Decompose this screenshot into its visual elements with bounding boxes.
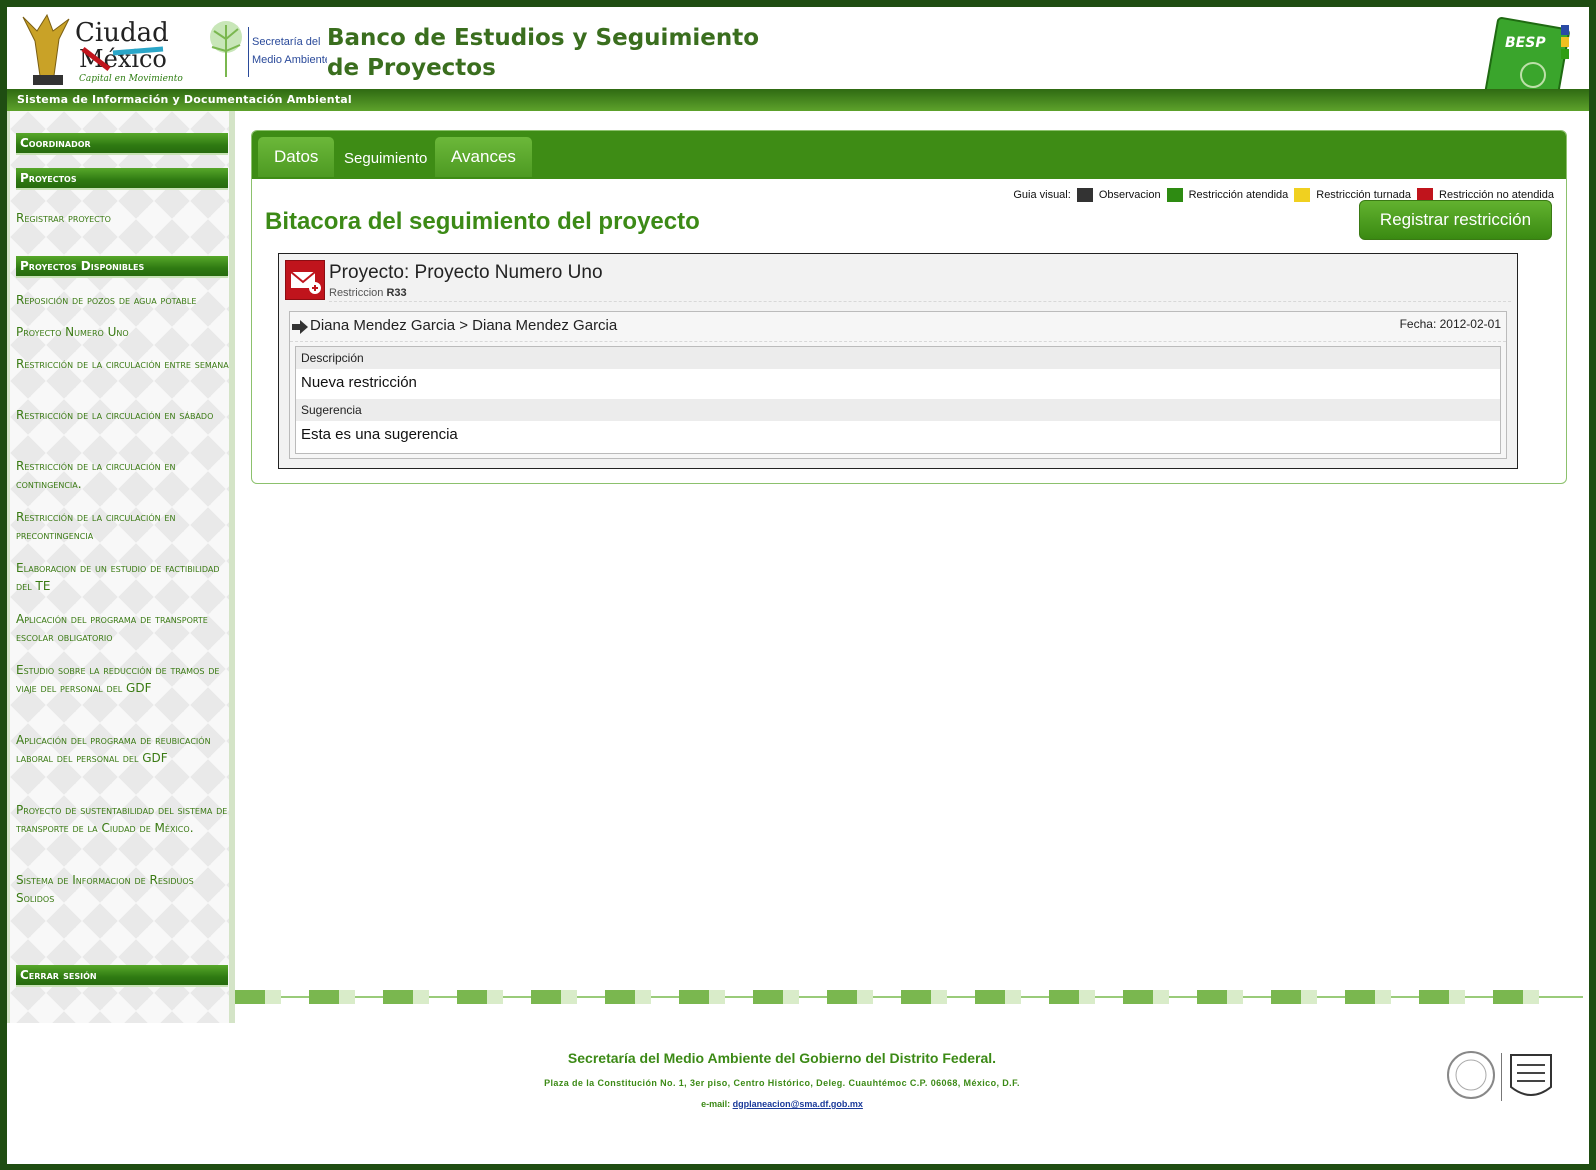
system-subtitle: Sistema de Información y Documentación A… (7, 89, 1589, 111)
email-label: e-mail: (701, 1099, 731, 1109)
footer-address: Plaza de la Constitución No. 1, 3er piso… (544, 1078, 1020, 1088)
arrow-right-icon (292, 320, 308, 334)
strip-segment (309, 990, 355, 1004)
strip-segment (975, 990, 1021, 1004)
strip-segment (531, 990, 577, 1004)
sidebar-heading-disponibles: Proyectos Disponibles (16, 256, 228, 278)
register-restriction-button[interactable]: Registrar restricción (1359, 200, 1552, 240)
tab-datos[interactable]: Datos (258, 137, 335, 177)
suggestion-value: Esta es una sugerencia (301, 426, 458, 443)
sidebar-project-item[interactable]: Aplicación del programa de transporte es… (16, 610, 230, 646)
strip-segment (1271, 990, 1317, 1004)
restriction-code: R33 (386, 287, 407, 299)
sidebar-project-item[interactable]: Elaboracion de un estudio de factibilida… (16, 559, 230, 595)
strip-segment (383, 990, 429, 1004)
logout-link[interactable]: Cerrar sesión (16, 965, 228, 987)
footer: Secretaría del Medio Ambiente del Gobier… (7, 1007, 1589, 1147)
besp-text: BESP (1505, 35, 1546, 51)
register-project-link[interactable]: Registrar proyecto (16, 209, 230, 227)
sidebar-project-item[interactable]: Aplicación del programa de reubicación l… (16, 731, 230, 767)
mail-add-icon (285, 260, 325, 300)
strip-segment (457, 990, 503, 1004)
card-subtitle: Restriccion R33 (329, 287, 407, 299)
tab-avances[interactable]: Avances (435, 137, 532, 177)
header: Ciudad México Capital en Movimiento Secr… (7, 7, 1589, 110)
legend-swatch-atendida (1166, 188, 1183, 202)
strip-segment (679, 990, 725, 1004)
email-link[interactable]: dgplaneacion@sma.df.gob.mx (733, 1099, 863, 1109)
strip-segment (1493, 990, 1539, 1004)
page-title: Bitacora del seguimiento del proyecto (265, 208, 700, 235)
sidebar: Coordinador Proyectos Registrar proyecto… (7, 111, 235, 1023)
logo-line1: Ciudad (75, 18, 169, 48)
strip-segment (901, 990, 947, 1004)
strip-segment (827, 990, 873, 1004)
suggestion-label: Sugerencia (296, 399, 1500, 421)
sma-line1: Secretaría del (252, 36, 320, 48)
divider (329, 301, 1511, 302)
restriction-label: Restriccion (329, 287, 384, 299)
cdmx-logo: Ciudad México Capital en Movimiento (13, 9, 183, 87)
sidebar-project-item[interactable]: Restricción de la circulación en precont… (16, 508, 230, 544)
legend-swatch-observacion (1076, 188, 1093, 202)
strip-segment (753, 990, 799, 1004)
tab-bar: Datos Seguimiento Avances (252, 131, 1566, 179)
strip-segment (1345, 990, 1391, 1004)
sidebar-project-item[interactable]: Proyecto de sustentabilidad del sistema … (16, 801, 230, 837)
logo-tagline: Capital en Movimiento (79, 74, 183, 84)
sma-line2: Medio Ambiente (252, 54, 327, 66)
entry-participants: Diana Mendez Garcia > Diana Mendez Garci… (310, 317, 618, 334)
footer-organization: Secretaría del Medio Ambiente del Gobier… (567, 1050, 997, 1066)
page-frame: Ciudad México Capital en Movimiento Secr… (7, 7, 1589, 1164)
sidebar-project-item[interactable]: Sistema de Informacion de Residuos Solid… (16, 871, 230, 907)
legend-item: Restricción atendida (1188, 189, 1289, 201)
tracking-entry: Diana Mendez Garcia > Diana Mendez Garci… (289, 311, 1507, 459)
sidebar-project-item[interactable]: Restricción de la circulación en sábado (16, 406, 230, 424)
description-label: Descripción (296, 347, 1500, 369)
app-title: Banco de Estudios y Seguimiento de Proye… (327, 25, 760, 81)
legend-swatch-turnada (1294, 188, 1311, 202)
legend-item: Observacion (1098, 189, 1161, 201)
description-value: Nueva restricción (301, 374, 417, 391)
sidebar-project-item[interactable]: Restricción de la circulación en conting… (16, 457, 230, 493)
entry-date: Fecha: 2012-02-01 (1399, 317, 1501, 331)
strip-segment (1123, 990, 1169, 1004)
tracking-panel: Datos Seguimiento Avances Guia visual: O… (251, 130, 1567, 484)
footer-email-line: e-mail: dgplaneacion@sma.df.gob.mx (7, 1099, 1557, 1109)
card-title: Proyecto: Proyecto Numero Uno (329, 262, 603, 283)
sidebar-project-item[interactable]: Proyecto Numero Uno (16, 323, 230, 341)
project-card: Proyecto: Proyecto Numero Uno Restriccio… (278, 253, 1518, 469)
sidebar-project-item[interactable]: Restricción de la circulación entre sema… (16, 355, 230, 373)
footer-seals (1445, 1049, 1561, 1103)
sidebar-heading-proyectos: Proyectos (16, 168, 228, 190)
entry-header: Diana Mendez Garcia > Diana Mendez Garci… (290, 312, 1506, 342)
legend-label: Guia visual: (1013, 189, 1071, 201)
sma-logo: Secretaría del Medio Ambiente (202, 13, 331, 85)
entry-detail: Descripción Nueva restricción Sugerencia… (295, 346, 1501, 454)
strip-segment (235, 990, 281, 1004)
strip-segment (1197, 990, 1243, 1004)
decorative-strip (235, 990, 1583, 1004)
main-content: Datos Seguimiento Avances Guia visual: O… (251, 123, 1581, 484)
sidebar-project-item[interactable]: Reposición de pozos de agua potable (16, 291, 230, 309)
sidebar-project-item[interactable]: Estudio sobre la reducción de tramos de … (16, 661, 230, 697)
sidebar-heading-coordinador: Coordinador (16, 133, 228, 155)
strip-segment (1419, 990, 1465, 1004)
strip-segment (605, 990, 651, 1004)
strip-segment (1049, 990, 1095, 1004)
tab-seguimiento[interactable]: Seguimiento (340, 140, 431, 180)
